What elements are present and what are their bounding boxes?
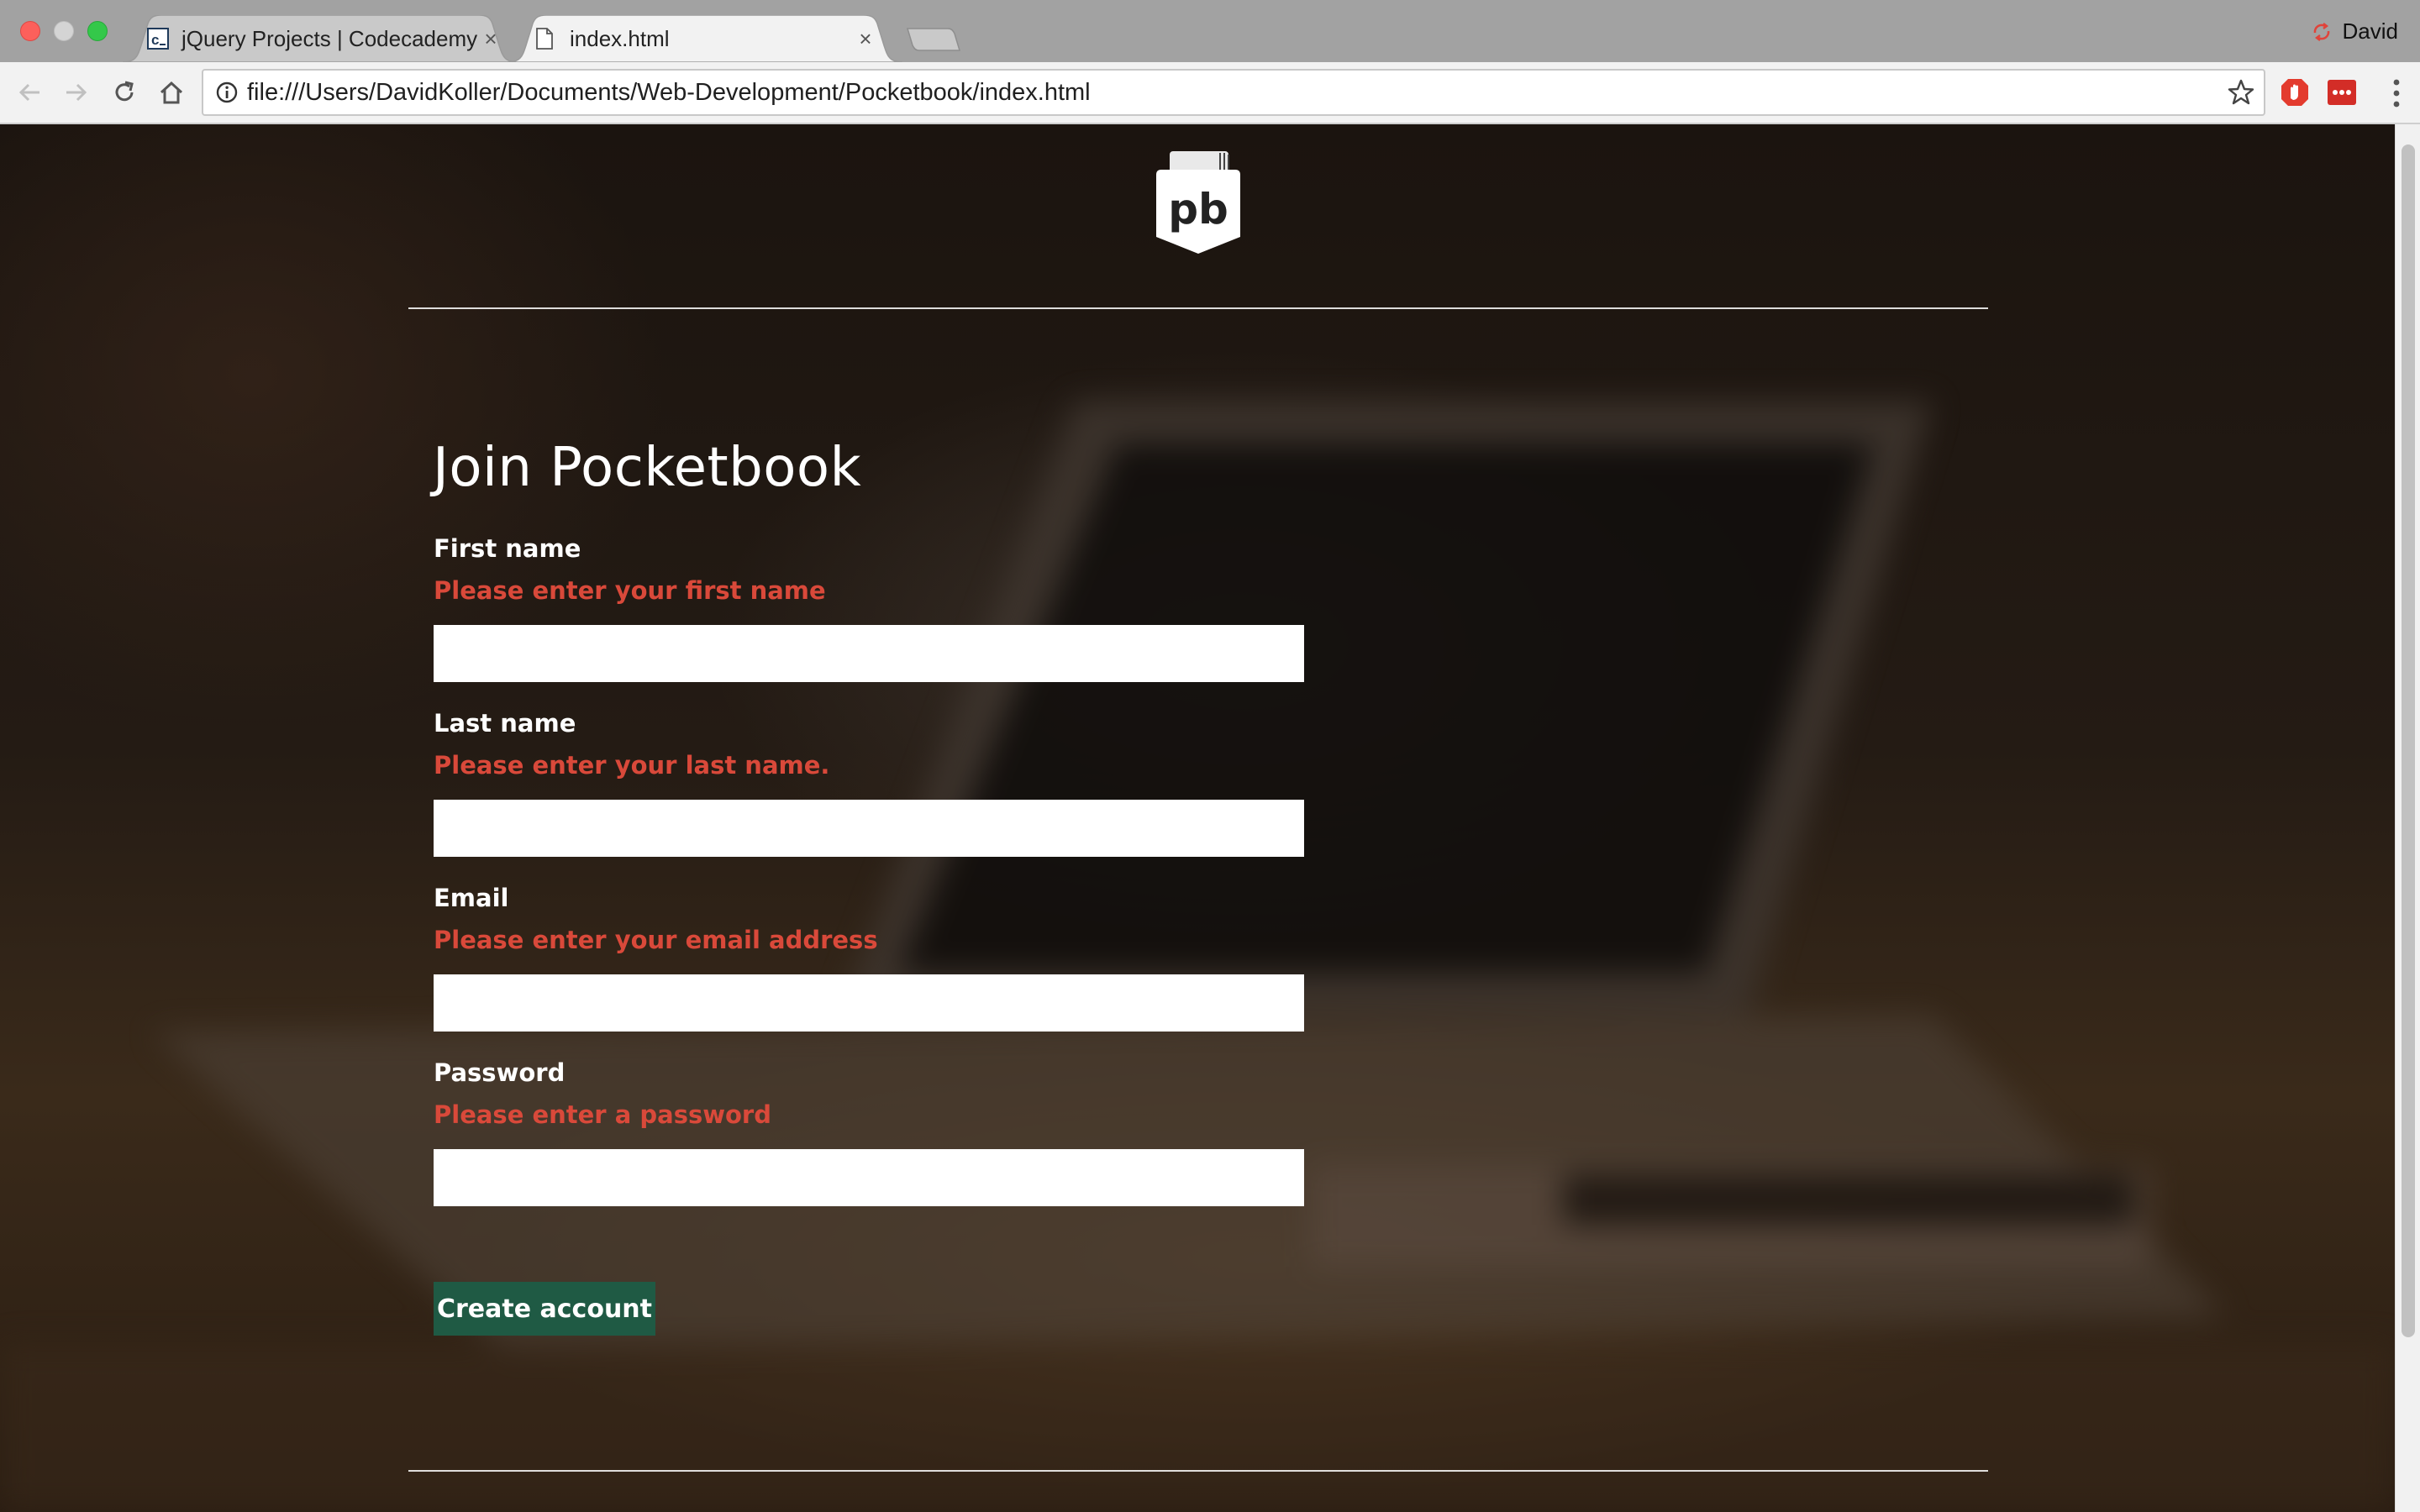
last-name-input[interactable] [434,800,1304,857]
file-icon [536,28,553,50]
bookmark-star-icon[interactable] [2227,78,2255,107]
tab-codecademy[interactable]: c jQuery Projects | Codecademy × [123,15,518,62]
page-scrollbar[interactable] [2395,124,2420,1512]
first-name-error: Please enter your first name [434,576,826,605]
tab-title: index.html [570,25,670,51]
minimize-window-button[interactable] [54,21,74,41]
adblock-extension-icon[interactable] [2279,76,2311,108]
first-name-input[interactable] [434,625,1304,682]
tab-strip: c jQuery Projects | Codecademy × index.h… [0,0,2420,62]
back-button[interactable] [13,76,47,109]
first-name-label: First name [434,534,581,563]
browser-toolbar: file:///Users/DavidKoller/Documents/Web-… [0,62,2420,124]
sync-error-icon [2313,22,2329,41]
header-divider [408,307,1988,309]
address-bar[interactable]: file:///Users/DavidKoller/Documents/Web-… [202,69,2265,116]
tab-index[interactable]: index.html × [508,15,902,62]
maximize-window-button[interactable] [87,21,108,41]
create-account-button[interactable]: Create account [434,1282,655,1336]
home-button[interactable] [155,76,188,109]
scrollbar-thumb[interactable] [2402,144,2415,1337]
tab-title: jQuery Projects | Codecademy [182,25,478,51]
email-error: Please enter your email address [434,926,878,954]
profile-name: David [2342,18,2398,44]
reload-button[interactable] [108,76,141,109]
new-tab-button[interactable] [906,27,961,52]
info-icon[interactable] [215,81,239,104]
last-name-label: Last name [434,709,576,738]
page-viewport: pb Join Pocketbook First name Please ent… [0,124,2395,1512]
last-name-error: Please enter your last name. [434,751,830,780]
forward-arrow-icon [66,83,87,102]
reload-icon [115,81,134,102]
logo-text: pb [1168,185,1228,234]
url-text: file:///Users/DavidKoller/Documents/Web-… [247,79,1091,106]
forward-button[interactable] [59,76,92,109]
close-tab-icon[interactable]: × [854,27,877,50]
codecademy-icon: c [147,28,169,50]
lastpass-extension-icon[interactable] [2326,76,2358,108]
email-label: Email [434,884,509,912]
password-error: Please enter a password [434,1100,771,1129]
password-label: Password [434,1058,566,1087]
profile-button[interactable]: David [2311,18,2398,45]
browser-menu-icon[interactable] [2391,77,2402,109]
page-title: Join Pocketbook [433,437,862,499]
password-input[interactable] [434,1149,1304,1206]
back-arrow-icon [18,83,39,102]
close-window-button[interactable] [20,21,40,41]
pocketbook-logo: pb [1156,151,1240,254]
footer-divider [408,1470,1988,1472]
email-input[interactable] [434,974,1304,1032]
home-icon [160,81,183,104]
close-tab-icon[interactable]: × [479,27,502,50]
svg-text:c: c [151,32,159,48]
